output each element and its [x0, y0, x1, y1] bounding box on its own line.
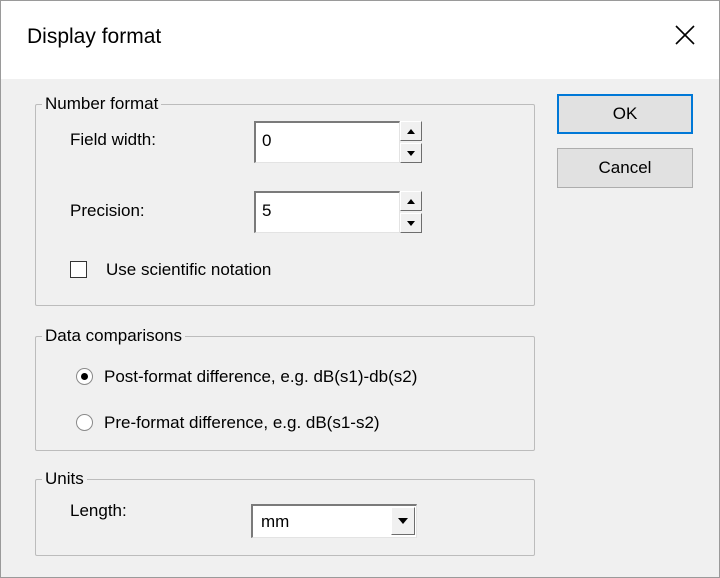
precision-input[interactable]: 5 [254, 191, 400, 233]
scientific-notation-label: Use scientific notation [106, 260, 272, 279]
spin-down-icon [407, 220, 415, 226]
field-width-spin-up-button[interactable] [400, 121, 422, 141]
precision-spin-up-button[interactable] [400, 191, 422, 211]
field-width-input[interactable]: 0 [254, 121, 400, 163]
data-comparisons-group: Data comparisons Post-format difference,… [35, 325, 535, 451]
length-select[interactable]: mm [251, 504, 417, 538]
post-format-radio[interactable] [76, 368, 93, 385]
field-width-label: Field width: [70, 130, 156, 149]
data-comparisons-group-label: Data comparisons [42, 325, 186, 347]
close-button[interactable] [665, 15, 705, 55]
spin-up-icon [407, 128, 415, 134]
spin-up-icon [407, 198, 415, 204]
number-format-group-label: Number format [42, 93, 162, 115]
dialog-title: Display format [27, 25, 162, 48]
units-group: Units Length: mm [35, 468, 535, 556]
number-format-group: Number format Field width: 0 Precision: … [35, 93, 535, 306]
cancel-button[interactable]: Cancel [557, 148, 693, 188]
spin-down-icon [407, 150, 415, 156]
length-dropdown-button[interactable] [391, 507, 415, 535]
units-group-label: Units [42, 468, 87, 490]
scientific-notation-checkbox[interactable] [70, 261, 87, 278]
display-format-dialog: Display format Number format Field width… [0, 0, 720, 578]
radio-selected-dot [81, 373, 88, 380]
length-label: Length: [70, 501, 127, 520]
close-icon [675, 25, 695, 45]
pre-format-label: Pre-format difference, e.g. dB(s1-s2) [104, 413, 380, 432]
length-select-value: mm [261, 512, 290, 531]
precision-spinner [400, 191, 422, 233]
field-width-spin-down-button[interactable] [400, 143, 422, 163]
chevron-down-icon [398, 518, 408, 524]
precision-spin-down-button[interactable] [400, 213, 422, 233]
title-bar: Display format [1, 1, 719, 79]
precision-label: Precision: [70, 201, 145, 220]
field-width-spinner [400, 121, 422, 163]
ok-button[interactable]: OK [557, 94, 693, 134]
pre-format-radio[interactable] [76, 414, 93, 431]
post-format-label: Post-format difference, e.g. dB(s1)-db(s… [104, 367, 418, 386]
